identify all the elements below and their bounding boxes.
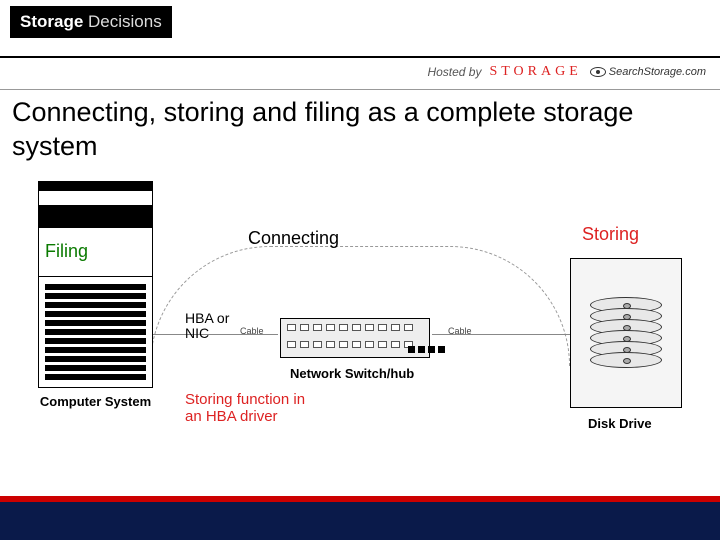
connecting-label: Connecting <box>248 228 339 249</box>
computer-label: Computer System <box>38 394 153 409</box>
search-text: SearchStorage.com <box>609 66 706 78</box>
storing-function-label: Storing function in an HBA driver <box>185 391 305 426</box>
storage-brand-logo: STORAGE <box>489 64 581 80</box>
switch-ports-row2 <box>281 336 429 353</box>
switch-ports-row1 <box>281 319 429 336</box>
disk-label: Disk Drive <box>588 416 652 431</box>
hba-line1: HBA or <box>185 310 229 326</box>
brand-logo: Storage Decisions <box>10 6 172 38</box>
computer-system: Filing Computer System <box>38 181 153 409</box>
computer-black-bar <box>38 205 153 227</box>
disk-drive-box <box>570 258 682 408</box>
page-title: Connecting, storing and filing as a comp… <box>0 90 720 166</box>
logo-strong: Storage <box>20 12 83 31</box>
searchstorage-logo: SearchStorage.com <box>590 66 706 78</box>
hosted-by: Hosted by STORAGE SearchStorage.com <box>427 64 706 80</box>
cable-label-left: Cable <box>240 326 264 336</box>
hba-line2: NIC <box>185 325 209 341</box>
switch-indicator-dots <box>408 346 445 353</box>
filing-label: Filing <box>45 241 88 262</box>
computer-top-icon <box>38 181 153 191</box>
switch-label: Network Switch/hub <box>290 366 414 381</box>
footer <box>0 496 720 540</box>
logo-light: Decisions <box>83 12 161 31</box>
hosted-label: Hosted by <box>427 65 481 79</box>
header-bar: Storage Decisions <box>0 0 720 58</box>
filing-box: Filing <box>38 227 153 277</box>
tagline-row: Hosted by STORAGE SearchStorage.com <box>0 58 720 90</box>
disk-platters-icon <box>590 297 662 368</box>
footer-navy-bar <box>0 502 720 540</box>
diagram-area: Filing Computer System Connecting HBA or… <box>0 166 720 506</box>
storing-label: Storing <box>582 224 639 245</box>
storing-fn-line2: an HBA driver <box>185 408 278 425</box>
eye-icon <box>590 67 606 77</box>
hba-nic-label: HBA or NIC <box>185 311 229 342</box>
storing-fn-line1: Storing function in <box>185 391 305 408</box>
computer-stripes-icon <box>38 277 153 388</box>
cable-label-right: Cable <box>448 326 472 336</box>
computer-gap <box>38 191 153 205</box>
